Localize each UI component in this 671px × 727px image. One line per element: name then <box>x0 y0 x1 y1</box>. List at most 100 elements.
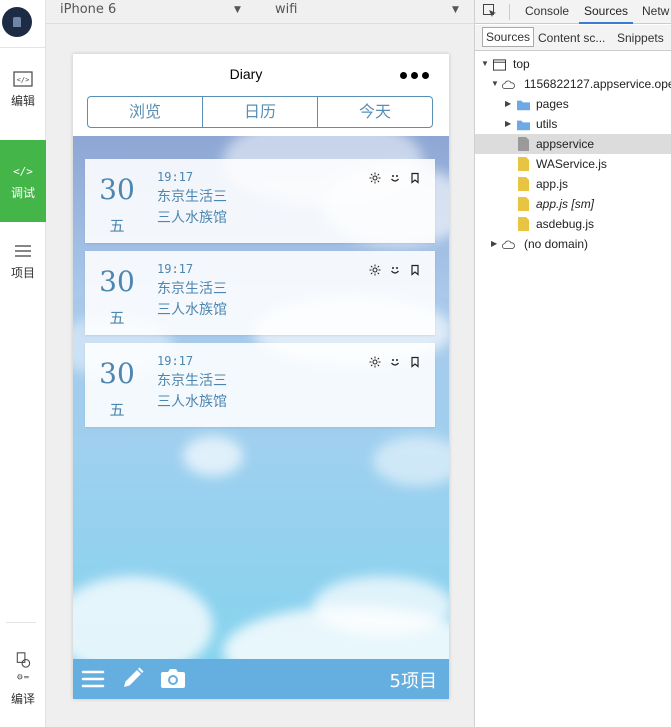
bookmark-icon[interactable] <box>409 264 421 276</box>
js-file-icon <box>518 157 529 171</box>
more-icon[interactable] <box>400 72 429 79</box>
sidebar-item-label: 项目 <box>10 266 35 280</box>
device-select[interactable]: iPhone 6 <box>60 2 116 17</box>
subtab-sources[interactable]: Sources <box>482 27 535 47</box>
item-count: 5项目 <box>389 671 437 692</box>
subtab-snippets[interactable]: Snippets <box>617 31 664 45</box>
tree-item-file[interactable]: app.js <box>475 174 671 194</box>
frame-icon <box>493 59 506 71</box>
weather-sun-icon <box>369 172 381 184</box>
folder-icon <box>517 120 530 131</box>
tab-today[interactable]: 今天 <box>318 97 432 127</box>
network-select[interactable]: wifi <box>275 2 297 17</box>
entry-line: 东京生活三 <box>157 281 227 297</box>
entry-day: 30 <box>99 173 135 206</box>
bottom-toolbar: 5项目 <box>73 659 449 699</box>
triangle-right-icon[interactable]: ▶ <box>491 239 497 248</box>
entry-line: 三人水族馆 <box>157 302 227 318</box>
tab-console[interactable]: Console <box>525 4 569 18</box>
tree-label: app.js [sm] <box>536 197 595 211</box>
entry-icons <box>369 264 421 276</box>
tab-sources[interactable]: Sources <box>584 4 628 18</box>
tree-label: pages <box>536 97 569 111</box>
inspect-element-icon[interactable] <box>483 4 497 19</box>
cloud <box>73 576 213 659</box>
entry-line: 三人水族馆 <box>157 394 227 410</box>
segmented-tabs: 浏览 日历 今天 <box>87 96 433 128</box>
sources-subtabs: Sources Content sc... Snippets <box>475 25 671 51</box>
smile-mood-icon <box>389 356 401 368</box>
tree-label: top <box>513 57 530 71</box>
camera-icon[interactable] <box>160 667 186 689</box>
diary-entry-card[interactable]: 30 五 19:17 东京生活三 三人水族馆 <box>85 251 435 335</box>
sidebar-item-project[interactable]: 项目 <box>0 236 46 296</box>
simulator-toolbar: iPhone 6 ▼ wifi ▼ <box>46 0 474 24</box>
entry-day: 30 <box>99 357 135 390</box>
phone-screen: Diary 浏览 日历 今天 30 五 19:17 东京生活三 三人水族馆 30… <box>73 54 449 699</box>
file-icon <box>518 137 529 151</box>
sidebar-item-debug[interactable]: </> 调试 <box>0 140 46 222</box>
navigation-bar: Diary <box>73 54 449 94</box>
entry-day: 30 <box>99 265 135 298</box>
tree-label: WAService.js <box>536 157 607 171</box>
entry-line: 东京生活三 <box>157 373 227 389</box>
svg-text:</>: </> <box>17 76 30 84</box>
smile-mood-icon <box>389 264 401 276</box>
diary-entry-card[interactable]: 30 五 19:17 东京生活三 三人水族馆 <box>85 343 435 427</box>
js-file-icon <box>518 197 529 211</box>
tree-label: 1156822127.appservice.ope <box>524 77 671 91</box>
cloud-icon <box>502 80 515 89</box>
triangle-down-icon[interactable]: ▼ <box>481 59 489 68</box>
page-title: Diary <box>229 66 263 82</box>
tree-item-top[interactable]: ▼ top <box>475 54 671 74</box>
menu-lines-icon <box>15 245 31 257</box>
bookmark-icon[interactable] <box>409 172 421 184</box>
cloud <box>183 436 243 476</box>
tab-network[interactable]: Netw <box>642 4 669 18</box>
sidebar-item-compile[interactable]: ⚙= 编译 <box>0 648 46 727</box>
chevron-down-icon[interactable]: ▼ <box>452 5 459 15</box>
entry-text: 东京生活三 三人水族馆 <box>157 187 227 229</box>
divider <box>509 4 510 20</box>
entry-icons <box>369 356 421 368</box>
sidebar-item-edit[interactable]: </> 编辑 <box>0 58 46 134</box>
entry-time: 19:17 <box>157 262 194 276</box>
entry-weekday: 五 <box>109 401 125 419</box>
tree-item-file[interactable]: appservice <box>475 134 671 154</box>
tree-label: (no domain) <box>524 237 589 251</box>
tab-browse[interactable]: 浏览 <box>88 97 203 127</box>
weather-sun-icon <box>369 356 381 368</box>
triangle-down-icon[interactable]: ▼ <box>491 79 499 88</box>
bookmark-icon[interactable] <box>409 356 421 368</box>
tree-item-folder[interactable]: ▶ utils <box>475 114 671 134</box>
tree-item-folder[interactable]: ▶ pages <box>475 94 671 114</box>
weather-sun-icon <box>369 264 381 276</box>
triangle-right-icon[interactable]: ▶ <box>505 99 511 108</box>
active-tab-indicator <box>579 22 633 24</box>
tree-item-file[interactable]: asdebug.js <box>475 214 671 234</box>
subtab-content-scripts[interactable]: Content sc... <box>538 31 605 45</box>
tree-item-no-domain[interactable]: ▶ (no domain) <box>475 234 671 254</box>
sidebar-item-label: 编辑 <box>10 94 35 108</box>
triangle-right-icon[interactable]: ▶ <box>505 119 511 128</box>
tree-label: utils <box>536 117 558 131</box>
tree-label: asdebug.js <box>536 217 595 231</box>
js-file-icon <box>518 177 529 191</box>
js-file-icon <box>518 217 529 231</box>
entry-icons <box>369 172 421 184</box>
pencil-icon[interactable] <box>121 666 145 690</box>
svg-text:⚙=: ⚙= <box>16 672 29 681</box>
tree-item-file[interactable]: app.js [sm] <box>475 194 671 214</box>
user-avatar[interactable] <box>2 7 32 37</box>
smile-mood-icon <box>389 172 401 184</box>
diary-entry-card[interactable]: 30 五 19:17 东京生活三 三人水族馆 <box>85 159 435 243</box>
entry-time: 19:17 <box>157 170 194 184</box>
tree-item-file[interactable]: WAService.js <box>475 154 671 174</box>
code-window-icon: </> <box>13 71 33 87</box>
tree-item-origin[interactable]: ▼ 1156822127.appservice.ope <box>475 74 671 94</box>
tab-calendar[interactable]: 日历 <box>203 97 318 127</box>
devtools-panel: Console Sources Netw Sources Content sc.… <box>474 0 671 727</box>
chevron-down-icon[interactable]: ▼ <box>234 5 241 15</box>
menu-icon[interactable] <box>81 668 105 690</box>
ide-sidebar: </> 编辑 </> 调试 项目 ⚙= 编译 <box>0 0 46 727</box>
